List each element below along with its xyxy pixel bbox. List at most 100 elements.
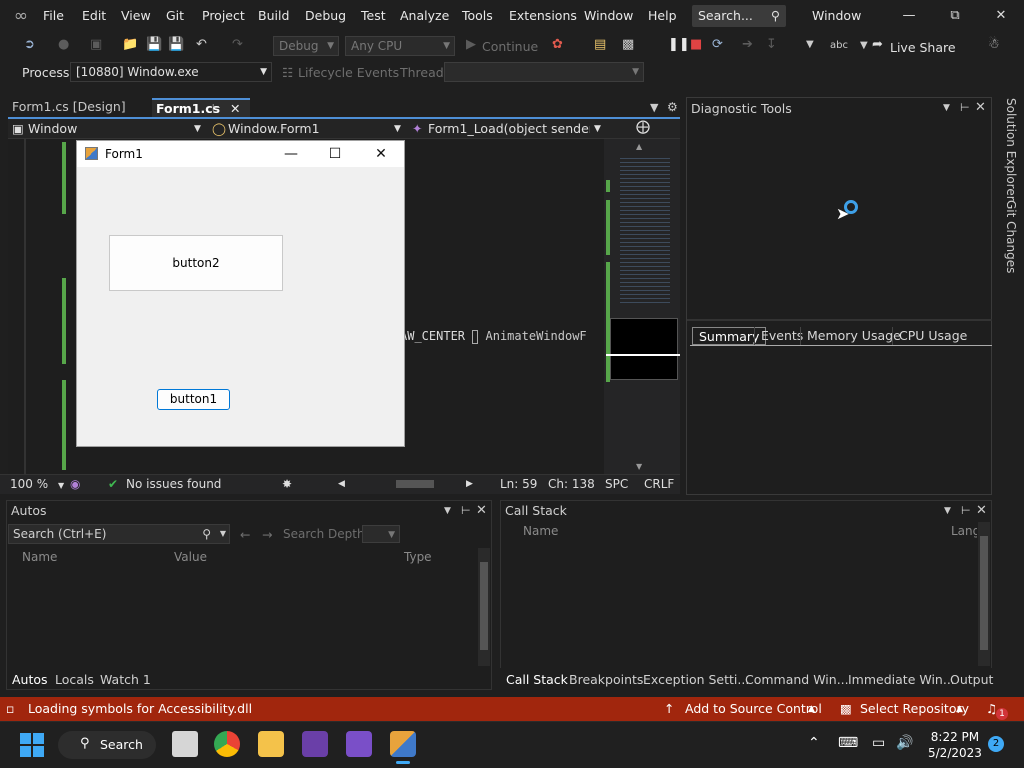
- menu-build[interactable]: Build: [258, 8, 289, 23]
- notification-badge[interactable]: 2: [988, 736, 1004, 752]
- menu-git[interactable]: Git: [166, 8, 184, 23]
- tab-call-stack[interactable]: Call Stack: [506, 672, 568, 687]
- tab-list-dropdown-icon[interactable]: ▼: [650, 101, 658, 114]
- lifecycle-events-icon[interactable]: ☷: [282, 65, 293, 80]
- thread-combo[interactable]: ▼: [444, 62, 644, 82]
- zoom-level[interactable]: 100 %: [10, 477, 48, 491]
- spell-check-icon[interactable]: abc: [830, 40, 848, 51]
- settings-gear-icon[interactable]: ⚙: [667, 100, 678, 114]
- form1-window[interactable]: Form1 — ☐ ✕ button2 button1: [76, 140, 405, 447]
- chevron-up-icon[interactable]: ⌃: [808, 735, 820, 751]
- network-icon[interactable]: ▭: [872, 735, 885, 751]
- column-name[interactable]: Name: [523, 524, 558, 538]
- tab-breakpoints[interactable]: Breakpoints: [569, 672, 643, 687]
- menu-test[interactable]: Test: [361, 8, 386, 23]
- search-back-icon[interactable]: ←: [240, 527, 250, 542]
- menu-file[interactable]: File: [43, 8, 64, 23]
- menu-help[interactable]: Help: [648, 8, 677, 23]
- windows-start-icon[interactable]: [20, 733, 44, 757]
- tab-output[interactable]: Output: [950, 672, 993, 687]
- status-output-icon[interactable]: ▫: [6, 701, 14, 716]
- show-next-statement-icon[interactable]: ➔: [742, 37, 753, 52]
- scroll-right-icon[interactable]: ▶: [466, 479, 473, 489]
- scroll-up-icon[interactable]: ▲: [636, 142, 642, 151]
- close-icon[interactable]: ✕: [976, 503, 987, 518]
- navigate-back-icon[interactable]: ➲: [24, 37, 35, 52]
- visual-studio-second-icon[interactable]: [346, 731, 372, 757]
- navigate-forward-icon[interactable]: ●: [58, 37, 69, 52]
- select-repository-button[interactable]: Select Repository: [860, 701, 969, 716]
- undo-icon[interactable]: ↶: [196, 37, 207, 52]
- form-maximize-icon[interactable]: ☐: [315, 143, 355, 165]
- menu-view[interactable]: View: [121, 8, 151, 23]
- new-project-icon[interactable]: ▣: [90, 37, 102, 52]
- horizontal-scroll-thumb[interactable]: [396, 480, 434, 488]
- close-icon[interactable]: ✕: [975, 100, 986, 115]
- issues-status[interactable]: No issues found: [126, 477, 221, 491]
- save-all-icon[interactable]: 💾: [168, 37, 184, 52]
- tab-git-changes[interactable]: Git Changes: [998, 200, 1018, 273]
- form1-title-bar[interactable]: Form1 — ☐ ✕: [77, 141, 404, 167]
- menu-debug[interactable]: Debug: [305, 8, 346, 23]
- system-clock[interactable]: 8:22 PM 5/2/2023: [928, 729, 982, 761]
- live-share-icon[interactable]: ➦: [872, 37, 883, 52]
- button1[interactable]: button1: [157, 389, 230, 410]
- form1-taskbar-icon[interactable]: [390, 731, 416, 757]
- tab-cpu-usage[interactable]: CPU Usage: [892, 327, 973, 345]
- lifecycle-events-label[interactable]: Lifecycle Events: [298, 65, 399, 80]
- solution-platform-combo[interactable]: Any CPU ▼: [345, 36, 455, 56]
- step-over-icon[interactable]: ▼: [806, 39, 814, 50]
- task-view-icon[interactable]: [172, 731, 198, 757]
- keyboard-icon[interactable]: ⌨: [838, 735, 858, 751]
- tab-memory-usage[interactable]: Memory Usage: [800, 327, 907, 345]
- add-to-source-control-button[interactable]: Add to Source Control: [685, 701, 822, 716]
- process-combo[interactable]: [10880] Window.exe ▼: [70, 62, 272, 82]
- class-dropdown[interactable]: Window.Form1: [228, 121, 320, 136]
- continue-label[interactable]: Continue: [482, 39, 538, 54]
- step-into-icon[interactable]: ↧: [766, 37, 777, 52]
- scroll-down-icon[interactable]: ▼: [636, 462, 642, 471]
- folder-icon[interactable]: ▤: [594, 37, 606, 52]
- save-icon[interactable]: 💾: [146, 37, 162, 52]
- search-forward-icon[interactable]: →: [262, 527, 272, 542]
- close-icon[interactable]: ✕: [986, 4, 1016, 28]
- chrome-icon[interactable]: [214, 731, 240, 757]
- tab-watch-1[interactable]: Watch 1: [100, 672, 151, 687]
- redo-icon[interactable]: ↷: [232, 37, 243, 52]
- minimap-viewport[interactable]: [610, 318, 678, 380]
- close-icon[interactable]: ✕: [476, 503, 487, 518]
- diagnostic-splitter[interactable]: [687, 319, 992, 321]
- global-search-box[interactable]: Search... ⚲: [692, 5, 786, 27]
- column-value[interactable]: Value: [174, 550, 207, 564]
- open-folder-icon[interactable]: 📁: [122, 37, 138, 52]
- scroll-left-icon[interactable]: ◀: [338, 479, 345, 489]
- line-ending[interactable]: CRLF: [644, 477, 674, 491]
- tab-autos[interactable]: Autos: [12, 672, 48, 687]
- visual-studio-icon[interactable]: [302, 731, 328, 757]
- tab-form1-design[interactable]: Form1.cs [Design]: [8, 98, 130, 117]
- search-depth-combo[interactable]: ▼: [362, 525, 400, 543]
- button2[interactable]: button2: [109, 235, 283, 291]
- panel-menu-icon[interactable]: ▼: [944, 506, 951, 516]
- form-minimize-icon[interactable]: —: [271, 143, 311, 165]
- hot-reload-icon[interactable]: ✿: [552, 37, 563, 52]
- volume-icon[interactable]: 🔊: [896, 735, 913, 751]
- whitespace-mode[interactable]: SPC: [605, 477, 628, 491]
- autos-search-input[interactable]: Search (Ctrl+E) ⚲ ▼: [8, 524, 230, 544]
- tab-locals[interactable]: Locals: [55, 672, 94, 687]
- solution-configuration-combo[interactable]: Debug ▼: [273, 36, 339, 56]
- code-cleanup-icon[interactable]: ✸: [282, 477, 292, 491]
- column-number[interactable]: Ch: 138: [548, 477, 595, 491]
- panel-menu-icon[interactable]: ▼: [943, 103, 950, 113]
- member-dropdown[interactable]: Form1_Load(object sender, Eve: [428, 121, 590, 136]
- copilot-icon[interactable]: ◉: [70, 477, 80, 491]
- column-language[interactable]: Lang: [951, 524, 977, 538]
- line-number[interactable]: Ln: 59: [500, 477, 537, 491]
- account-icon[interactable]: ☃: [988, 37, 1000, 52]
- menu-extensions[interactable]: Extensions: [509, 8, 577, 23]
- pin-icon[interactable]: ⊢: [461, 504, 471, 517]
- live-share-button[interactable]: Live Share: [890, 40, 956, 55]
- panel-menu-icon[interactable]: ▼: [444, 506, 451, 516]
- file-explorer-icon[interactable]: [258, 731, 284, 757]
- call-stack-scrollbar[interactable]: [978, 522, 990, 666]
